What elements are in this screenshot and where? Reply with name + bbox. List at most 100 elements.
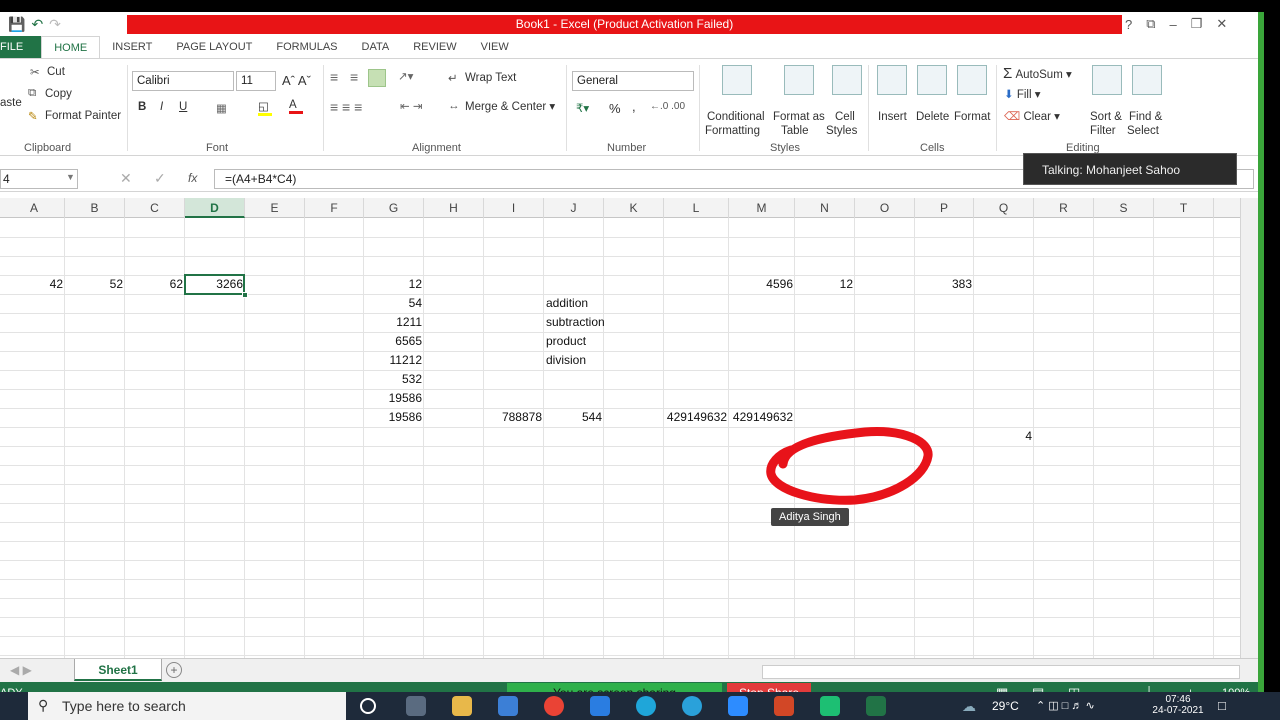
excel-icon[interactable] xyxy=(866,696,886,716)
find-select-label[interactable]: Find & xyxy=(1129,111,1162,123)
format-button[interactable]: Format xyxy=(954,111,990,123)
font-size-select[interactable]: 11 xyxy=(236,71,276,91)
clock[interactable]: 07:46 24-07-2021 xyxy=(1150,694,1206,716)
cell-q12[interactable]: 4 xyxy=(974,427,1034,446)
tab-formulas[interactable]: FORMULAS xyxy=(264,36,349,58)
worksheet-grid[interactable]: ABCDEFGHIJKLMNOPQRST 42 52 62 3266 12 4596 12 3… xyxy=(0,198,1240,658)
column-header-j[interactable]: J xyxy=(544,198,604,218)
column-header-s[interactable]: S xyxy=(1094,198,1154,218)
add-sheet-icon[interactable]: + xyxy=(166,662,182,678)
column-header-o[interactable]: O xyxy=(855,198,915,218)
zoom-icon[interactable] xyxy=(728,696,748,716)
merge-center-button[interactable]: ↔ Merge & Center ▾ xyxy=(448,99,555,114)
column-header-r[interactable]: R xyxy=(1034,198,1094,218)
comma-button[interactable]: , xyxy=(632,99,636,114)
align-left-icon[interactable]: ≡ ≡ ≡ xyxy=(330,99,362,115)
sort-filter-label[interactable]: Sort & xyxy=(1090,111,1122,123)
minimize-button[interactable]: – xyxy=(1170,17,1177,32)
cell-l11[interactable]: 429149632 xyxy=(664,408,729,427)
cell-g11[interactable]: 19586 xyxy=(364,408,424,427)
orientation-icon[interactable]: ↗▾ xyxy=(398,69,413,83)
sheet-tab[interactable]: Sheet1 xyxy=(74,659,162,681)
paste-button[interactable]: aste xyxy=(0,97,22,109)
cell-j6[interactable]: subtraction xyxy=(544,313,605,332)
column-header-m[interactable]: M xyxy=(729,198,795,218)
taskbar-search-input[interactable]: Type here to search xyxy=(28,692,346,720)
fill-button[interactable]: ⬇ Fill ▾ xyxy=(1004,87,1041,101)
format-table-label2[interactable]: Table xyxy=(781,125,809,137)
bottom-align-icon[interactable] xyxy=(368,69,386,87)
horizontal-scrollbar[interactable] xyxy=(762,665,1240,679)
chevron-down-icon[interactable]: ▼ xyxy=(66,172,75,182)
file-explorer-icon[interactable] xyxy=(452,696,472,716)
percent-button[interactable]: % xyxy=(609,101,621,116)
cell-c4[interactable]: 62 xyxy=(125,275,185,294)
restore-button[interactable]: ❐ xyxy=(1191,16,1203,32)
find-select-label2[interactable]: Select xyxy=(1127,125,1159,137)
enter-icon[interactable]: ✓ xyxy=(154,170,166,187)
font-color-icon[interactable]: A xyxy=(289,99,303,114)
cell-g7[interactable]: 6565 xyxy=(364,332,424,351)
help-button[interactable]: ? xyxy=(1125,17,1132,32)
tab-data[interactable]: DATA xyxy=(350,36,402,58)
fill-color-icon[interactable]: ◱ xyxy=(258,99,272,116)
sheet-nav-icon[interactable]: ◀ ▶ xyxy=(10,663,32,677)
cancel-icon[interactable]: ✕ xyxy=(120,170,132,187)
cell-styles-label[interactable]: Cell xyxy=(835,111,855,123)
cell-m4[interactable]: 4596 xyxy=(729,275,795,294)
tab-page-layout[interactable]: PAGE LAYOUT xyxy=(164,36,264,58)
grow-font-icon[interactable]: Aˆ Aˇ xyxy=(282,73,311,88)
column-header-g[interactable]: G xyxy=(364,198,424,218)
cell-g6[interactable]: 1211 xyxy=(364,313,424,332)
cortana-icon[interactable] xyxy=(360,698,376,714)
tab-home[interactable]: HOME xyxy=(41,36,101,58)
cell-j5[interactable]: addition xyxy=(544,294,604,313)
middle-align-icon[interactable]: ≡ xyxy=(350,69,358,85)
edge-icon[interactable] xyxy=(636,696,656,716)
top-align-icon[interactable]: ≡ xyxy=(330,69,338,85)
column-header-d[interactable]: D xyxy=(185,198,245,218)
column-header-l[interactable]: L xyxy=(664,198,729,218)
cell-g10[interactable]: 19586 xyxy=(364,389,424,408)
undo-icon[interactable]: ↶ xyxy=(31,16,43,33)
tab-view[interactable]: VIEW xyxy=(469,36,521,58)
app-icon[interactable] xyxy=(820,696,840,716)
chrome-icon[interactable] xyxy=(544,696,564,716)
cell-j11[interactable]: 544 xyxy=(544,408,604,427)
column-header-e[interactable]: E xyxy=(245,198,305,218)
italic-button[interactable]: I xyxy=(160,101,163,113)
tab-file[interactable]: FILE xyxy=(0,36,42,58)
ribbon-display-button[interactable]: ⧉ xyxy=(1146,16,1155,32)
powerpoint-icon[interactable] xyxy=(774,696,794,716)
cell-b4[interactable]: 52 xyxy=(65,275,125,294)
format-table-label[interactable]: Format as xyxy=(773,111,825,123)
borders-icon[interactable]: ▦ xyxy=(216,101,227,115)
task-view-icon[interactable] xyxy=(406,696,426,716)
insert-button[interactable]: Insert xyxy=(878,111,907,123)
cell-g8[interactable]: 11212 xyxy=(364,351,424,370)
underline-button[interactable]: U xyxy=(179,101,187,113)
cell-g4[interactable]: 12 xyxy=(364,275,424,294)
cell-n4[interactable]: 12 xyxy=(795,275,855,294)
currency-icon[interactable]: ₹▾ xyxy=(576,101,589,115)
font-name-select[interactable]: Calibri xyxy=(132,71,234,91)
sort-filter-label2[interactable]: Filter xyxy=(1090,125,1116,137)
indent-icon[interactable]: ⇤ ⇥ xyxy=(400,99,422,113)
delete-button[interactable]: Delete xyxy=(916,111,949,123)
column-header-i[interactable]: I xyxy=(484,198,544,218)
notification-icon[interactable]: □ xyxy=(1218,698,1226,713)
tray-icons[interactable]: ⌃ ◫ □ ♬ ∿ xyxy=(1036,699,1095,712)
cut-button[interactable]: ✂ Cut xyxy=(30,65,65,79)
cell-p4[interactable]: 383 xyxy=(915,275,974,294)
decimal-icon[interactable]: ←.0 .00 xyxy=(650,101,685,112)
redo-icon[interactable]: ↷ xyxy=(49,16,61,33)
column-header-h[interactable]: H xyxy=(424,198,484,218)
tab-review[interactable]: REVIEW xyxy=(401,36,468,58)
bold-button[interactable]: B xyxy=(138,101,146,113)
cell-a4[interactable]: 42 xyxy=(4,275,65,294)
clear-button[interactable]: ⌫ Clear ▾ xyxy=(1004,109,1060,123)
column-header-q[interactable]: Q xyxy=(974,198,1034,218)
column-header-k[interactable]: K xyxy=(604,198,664,218)
tab-insert[interactable]: INSERT xyxy=(100,36,164,58)
column-header-c[interactable]: C xyxy=(125,198,185,218)
